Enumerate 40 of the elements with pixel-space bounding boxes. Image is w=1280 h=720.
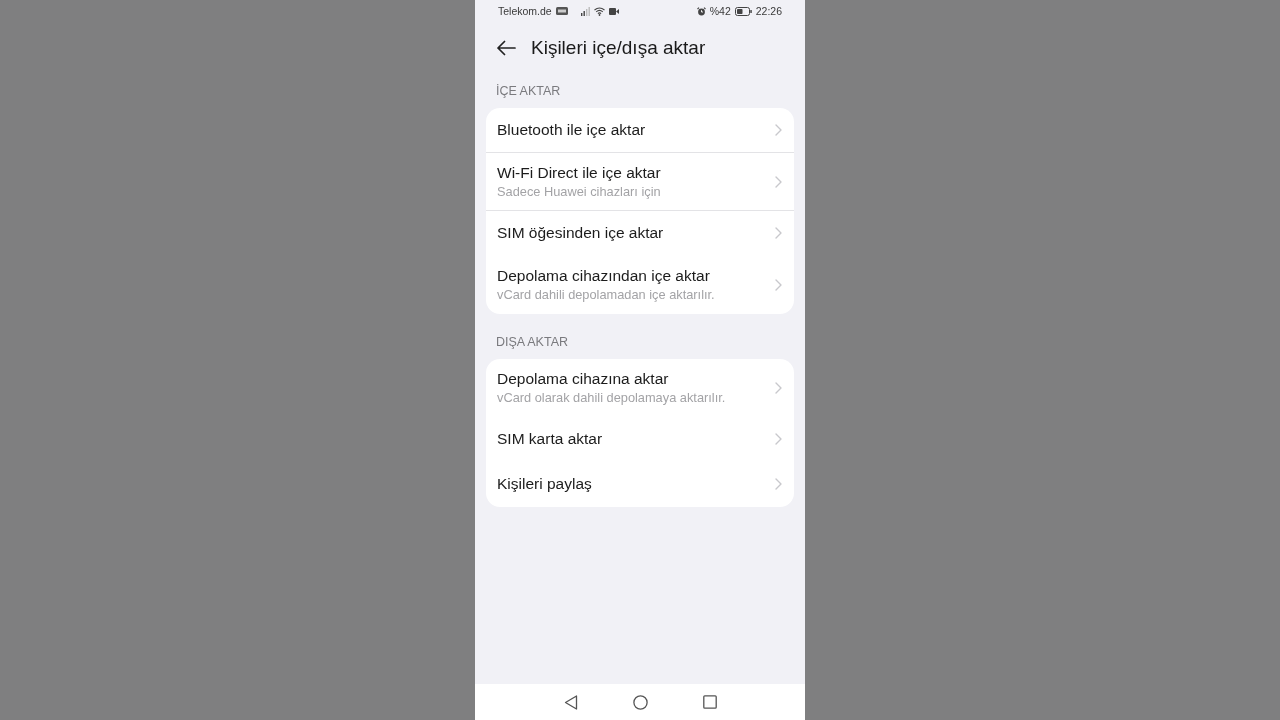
chevron-right-icon xyxy=(775,433,782,445)
item-title: SIM öğesinden içe aktar xyxy=(497,224,665,242)
battery-icon xyxy=(734,6,752,16)
menu-item[interactable]: SIM karta aktar xyxy=(486,417,794,462)
item-subtitle: vCard dahili depolamadan içe aktarılır. xyxy=(497,287,716,302)
item-title: Depolama cihazına aktar xyxy=(497,370,670,388)
item-title: SIM karta aktar xyxy=(497,430,604,448)
clock-time: 22:26 xyxy=(755,5,782,17)
menu-item[interactable]: SIM öğesinden içe aktar xyxy=(486,211,794,256)
item-title: Wi-Fi Direct ile içe aktar xyxy=(497,164,662,182)
back-arrow-icon[interactable] xyxy=(496,40,516,56)
item-subtitle: Sadece Huawei cihazları için xyxy=(497,184,662,199)
home-circle-icon[interactable] xyxy=(632,694,648,710)
video-camera-icon xyxy=(608,7,619,15)
chevron-right-icon xyxy=(775,478,782,490)
menu-item[interactable]: Depolama cihazına aktar vCard olarak dahili depolamaya aktarılır. xyxy=(486,359,794,417)
item-title: Kişileri paylaş xyxy=(497,475,593,493)
wifi-icon xyxy=(593,6,605,16)
chevron-right-icon xyxy=(775,381,782,394)
chevron-right-icon xyxy=(775,124,782,136)
page-title: Kişileri içe/dışa aktar xyxy=(531,37,706,59)
carrier-name: Telekom.de xyxy=(498,5,552,17)
signal-bars-icon xyxy=(580,6,590,16)
battery-percent: %42 xyxy=(709,5,731,17)
menu-item[interactable]: Depolama cihazından içe aktar vCard dahili depolamadan içe aktarılır. xyxy=(486,256,794,314)
section-heading: İÇE AKTAR xyxy=(495,83,562,100)
chevron-right-icon xyxy=(775,278,782,291)
alarm-clock-icon xyxy=(696,6,706,16)
section-heading: DIŞA AKTAR xyxy=(495,334,569,351)
menu-item[interactable]: Bluetooth ile içe aktar xyxy=(486,108,794,153)
item-subtitle: vCard olarak dahili depolamaya aktarılır. xyxy=(497,390,727,405)
chevron-right-icon xyxy=(775,175,782,188)
recents-square-icon[interactable] xyxy=(702,695,717,709)
menu-item[interactable]: Kişileri paylaş xyxy=(486,462,794,507)
menu-item[interactable]: Wi-Fi Direct ile içe aktar Sadece Huawei cihazları için xyxy=(486,153,794,211)
chevron-right-icon xyxy=(775,227,782,239)
item-title: Depolama cihazından içe aktar xyxy=(497,267,711,285)
back-triangle-icon[interactable] xyxy=(563,694,578,710)
network-badge-icon xyxy=(555,7,568,15)
item-title: Bluetooth ile içe aktar xyxy=(497,121,647,139)
